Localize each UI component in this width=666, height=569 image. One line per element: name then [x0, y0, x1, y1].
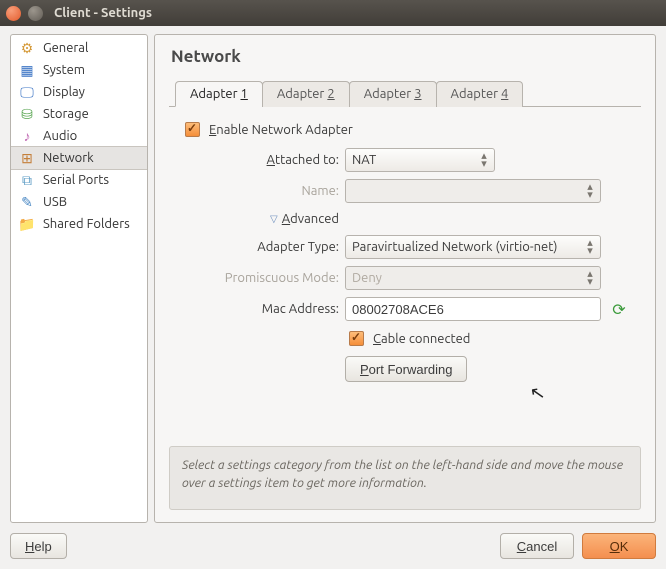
dialog-button-bar: Help Cancel OK — [10, 533, 656, 559]
sidebar-item-label: Audio — [43, 129, 77, 143]
tab-adapter-1[interactable]: Adapter 1 — [175, 81, 263, 107]
sidebar-item-audio[interactable]: ♪ Audio — [11, 125, 147, 147]
minimize-icon[interactable] — [28, 6, 43, 21]
promiscuous-mode-select: Deny ▴▾ — [345, 266, 601, 290]
content-panel: Network Adapter 1Adapter 2Adapter 3Adapt… — [154, 34, 656, 523]
sidebar-item-usb[interactable]: ✎ USB — [11, 191, 147, 213]
sidebar-item-label: Storage — [43, 107, 89, 121]
adapter-type-select[interactable]: Paravirtualized Network (virtio-net) ▴▾ — [345, 235, 601, 259]
sidebar-icon: ⧉ — [19, 172, 35, 188]
sidebar-icon: 📁 — [19, 216, 35, 232]
cancel-button[interactable]: Cancel — [500, 533, 574, 559]
sidebar-item-general[interactable]: ⚙ General — [11, 37, 147, 59]
help-button[interactable]: Help — [10, 533, 67, 559]
advanced-toggle[interactable]: ▽Advanced — [179, 210, 339, 228]
sidebar-item-label: System — [43, 63, 85, 77]
tab-adapter-3[interactable]: Adapter 3 — [349, 81, 437, 107]
page-title: Network — [171, 47, 641, 66]
sidebar-item-display[interactable]: 🖵 Display — [11, 81, 147, 103]
port-forwarding-button[interactable]: Port Forwarding — [345, 356, 467, 382]
enable-adapter-label[interactable]: Enable Network Adapter — [209, 123, 353, 137]
chevron-updown-icon: ▴▾ — [582, 183, 598, 199]
sidebar-item-serial-ports[interactable]: ⧉ Serial Ports — [11, 169, 147, 191]
refresh-mac-icon[interactable]: ⟳ — [607, 300, 631, 319]
sidebar-item-label: Network — [43, 151, 94, 165]
sidebar-item-label: Shared Folders — [43, 217, 130, 231]
network-form: Enable Network Adapter Attached to: NAT … — [169, 107, 641, 442]
ok-button[interactable]: OK — [582, 533, 656, 559]
adapter-tabs: Adapter 1Adapter 2Adapter 3Adapter 4 — [169, 80, 641, 107]
sidebar-item-label: Serial Ports — [43, 173, 109, 187]
mac-address-input[interactable] — [345, 297, 601, 321]
sidebar-icon: ♪ — [19, 128, 35, 144]
name-label: Name: — [179, 184, 339, 198]
sidebar-icon: 🖵 — [19, 84, 35, 100]
sidebar-item-label: USB — [43, 195, 67, 209]
close-icon[interactable] — [6, 6, 21, 21]
chevron-updown-icon: ▴▾ — [582, 270, 598, 286]
promiscuous-mode-label: Promiscuous Mode: — [179, 271, 339, 285]
sidebar-item-system[interactable]: ▦ System — [11, 59, 147, 81]
sidebar-item-network[interactable]: ⊞ Network — [11, 146, 147, 170]
adapter-type-label: Adapter Type: — [179, 240, 339, 254]
tab-adapter-4[interactable]: Adapter 4 — [436, 81, 524, 107]
hint-box: Select a settings category from the list… — [169, 446, 641, 510]
chevron-updown-icon: ▴▾ — [476, 152, 492, 168]
sidebar-icon: ⚙ — [19, 40, 35, 56]
window-title: Client - Settings — [54, 6, 152, 20]
sidebar-icon: ✎ — [19, 194, 35, 210]
enable-adapter-checkbox[interactable] — [185, 122, 200, 137]
sidebar-icon: ▦ — [19, 62, 35, 78]
chevron-down-icon: ▽ — [270, 213, 278, 225]
cable-connected-checkbox[interactable] — [349, 331, 364, 346]
attached-to-label: Attached to: — [179, 153, 339, 167]
sidebar-item-label: General — [43, 41, 88, 55]
tab-adapter-2[interactable]: Adapter 2 — [262, 81, 350, 107]
sidebar-item-shared-folders[interactable]: 📁 Shared Folders — [11, 213, 147, 235]
chevron-updown-icon: ▴▾ — [582, 239, 598, 255]
sidebar-icon: ⛁ — [19, 106, 35, 122]
attached-to-select[interactable]: NAT ▴▾ — [345, 148, 495, 172]
name-select: ▴▾ — [345, 179, 601, 203]
settings-sidebar: ⚙ General ▦ System 🖵 Display ⛁ Storage ♪ Audio ⊞ Ne… — [10, 34, 148, 523]
cable-connected-label[interactable]: Cable connected — [373, 332, 470, 346]
sidebar-item-label: Display — [43, 85, 85, 99]
mac-address-label: Mac Address: — [179, 302, 339, 316]
sidebar-item-storage[interactable]: ⛁ Storage — [11, 103, 147, 125]
titlebar: Client - Settings — [0, 0, 666, 26]
sidebar-icon: ⊞ — [19, 150, 35, 166]
